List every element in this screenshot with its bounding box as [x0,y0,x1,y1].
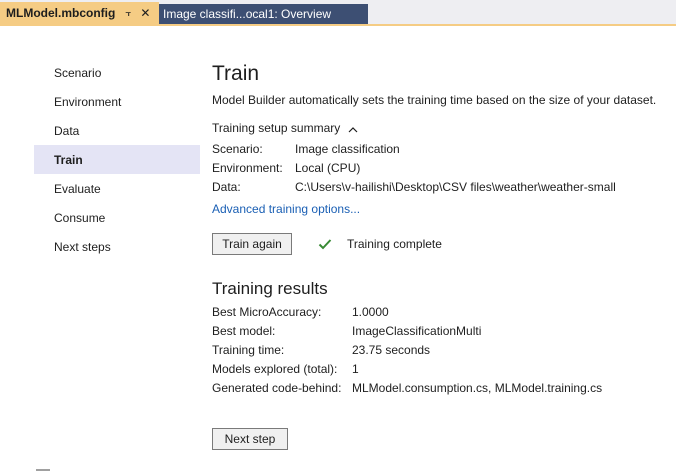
nav-item-next-steps[interactable]: Next steps [34,232,200,261]
nav-item-data[interactable]: Data [34,116,200,145]
training-status: Training complete [318,237,442,251]
summary-row-data: Data: C:\Users\v-hailishi\Desktop\CSV fi… [212,177,672,196]
summary-value: Image classification [295,141,400,156]
training-results-list: Best MicroAccuracy: 1.0000 Best model: I… [212,302,672,397]
nav-item-label: Next steps [54,239,111,254]
nav-item-environment[interactable]: Environment [34,87,200,116]
nav-item-label: Scenario [54,65,102,80]
summary-label: Environment: [212,160,283,175]
pin-icon[interactable]: ⫟ [125,8,131,19]
nav-item-label: Environment [54,94,122,109]
summary-label: Scenario: [212,141,263,156]
tab-image-classification-overview[interactable]: Image classifi...ocal1: Overview [159,4,368,24]
summary-row-environment: Environment: Local (CPU) [212,158,672,177]
train-again-button[interactable]: Train again [212,233,292,255]
next-step-button[interactable]: Next step [212,428,288,450]
result-value: 23.75 seconds [352,342,431,357]
tab-accent-line [0,24,676,26]
result-value: ImageClassificationMulti [352,323,482,338]
training-status-text: Training complete [347,237,442,251]
scroll-indicator [36,469,50,471]
result-label: Generated code-behind: [212,380,342,395]
result-row-best-model: Best model: ImageClassificationMulti [212,321,672,340]
train-description: Model Builder automatically sets the tra… [212,93,657,107]
result-value: MLModel.consumption.cs, MLModel.training… [352,380,603,395]
checkmark-icon [318,239,332,250]
result-label: Training time: [212,342,285,357]
training-setup-summary-toggle[interactable]: Training setup summary [212,121,672,135]
chevron-up-icon [348,127,358,133]
nav-item-label: Data [54,123,80,138]
document-tab-strip: MLModel.mbconfig ⫟ ✕ Image classifi...oc… [0,0,676,24]
nav-item-scenario[interactable]: Scenario [34,58,200,87]
result-label: Models explored (total): [212,361,338,376]
summary-label: Data: [212,179,241,194]
page-title: Train [212,62,260,85]
nav-item-label: Consume [54,210,106,225]
summary-value: Local (CPU) [295,160,361,175]
train-panel: Train Model Builder automatically sets t… [212,62,672,450]
nav-item-label: Train [54,152,83,167]
result-row-best-microaccuracy: Best MicroAccuracy: 1.0000 [212,302,672,321]
summary-row-scenario: Scenario: Image classification [212,139,672,158]
close-icon[interactable]: ✕ [140,6,150,20]
training-results-title: Training results [212,279,328,298]
nav-item-consume[interactable]: Consume [34,203,200,232]
step-navigation: Scenario Environment Data Train Evaluate… [34,58,200,261]
tab-title: MLModel.mbconfig [6,6,116,20]
result-label: Best MicroAccuracy: [212,304,322,319]
result-value: 1 [352,361,359,376]
nav-item-label: Evaluate [54,181,101,196]
nav-item-evaluate[interactable]: Evaluate [34,174,200,203]
nav-item-train[interactable]: Train [34,145,200,174]
tab-title: Image classifi...ocal1: Overview [163,7,332,21]
summary-toggle-label: Training setup summary [212,121,341,135]
result-value: 1.0000 [352,304,389,319]
result-row-training-time: Training time: 23.75 seconds [212,340,672,359]
training-setup-summary: Scenario: Image classification Environme… [212,139,672,196]
summary-value: C:\Users\v-hailishi\Desktop\CSV files\we… [295,179,616,194]
result-label: Best model: [212,323,276,338]
result-row-generated-code-behind: Generated code-behind: MLModel.consumpti… [212,378,672,397]
tab-mlmodel-mbconfig[interactable]: MLModel.mbconfig ⫟ ✕ [0,2,159,24]
advanced-training-options-link[interactable]: Advanced training options... [212,202,360,216]
result-row-models-explored: Models explored (total): 1 [212,359,672,378]
